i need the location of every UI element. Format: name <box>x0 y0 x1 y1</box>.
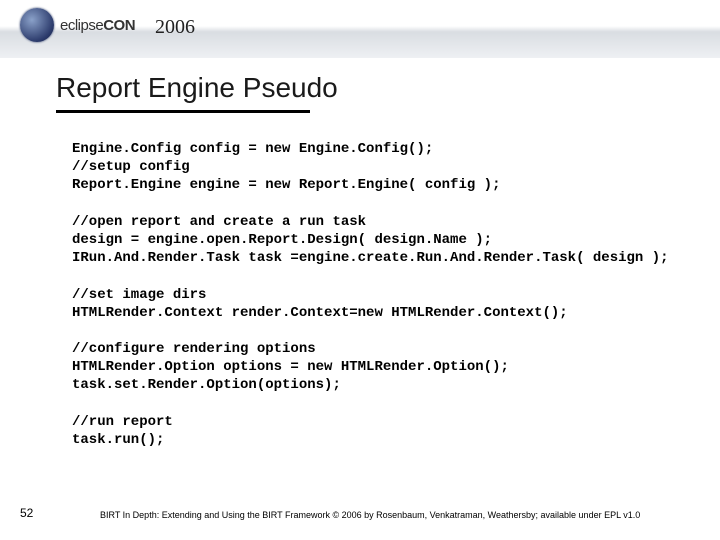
logo: eclipseCON 2006 <box>20 8 195 42</box>
page-number: 52 <box>20 506 33 520</box>
eclipse-logo-icon <box>20 8 54 42</box>
logo-text: eclipseCON <box>60 17 135 34</box>
code-block: Engine.Config config = new Engine.Config… <box>72 140 690 480</box>
slide: eclipseCON 2006 Report Engine Pseudo Eng… <box>0 0 720 540</box>
slide-header: eclipseCON 2006 <box>0 0 720 58</box>
conference-year: 2006 <box>155 16 195 39</box>
title-underline <box>56 110 310 113</box>
slide-title: Report Engine Pseudo <box>56 72 338 104</box>
footer-text: BIRT In Depth: Extending and Using the B… <box>100 510 700 520</box>
